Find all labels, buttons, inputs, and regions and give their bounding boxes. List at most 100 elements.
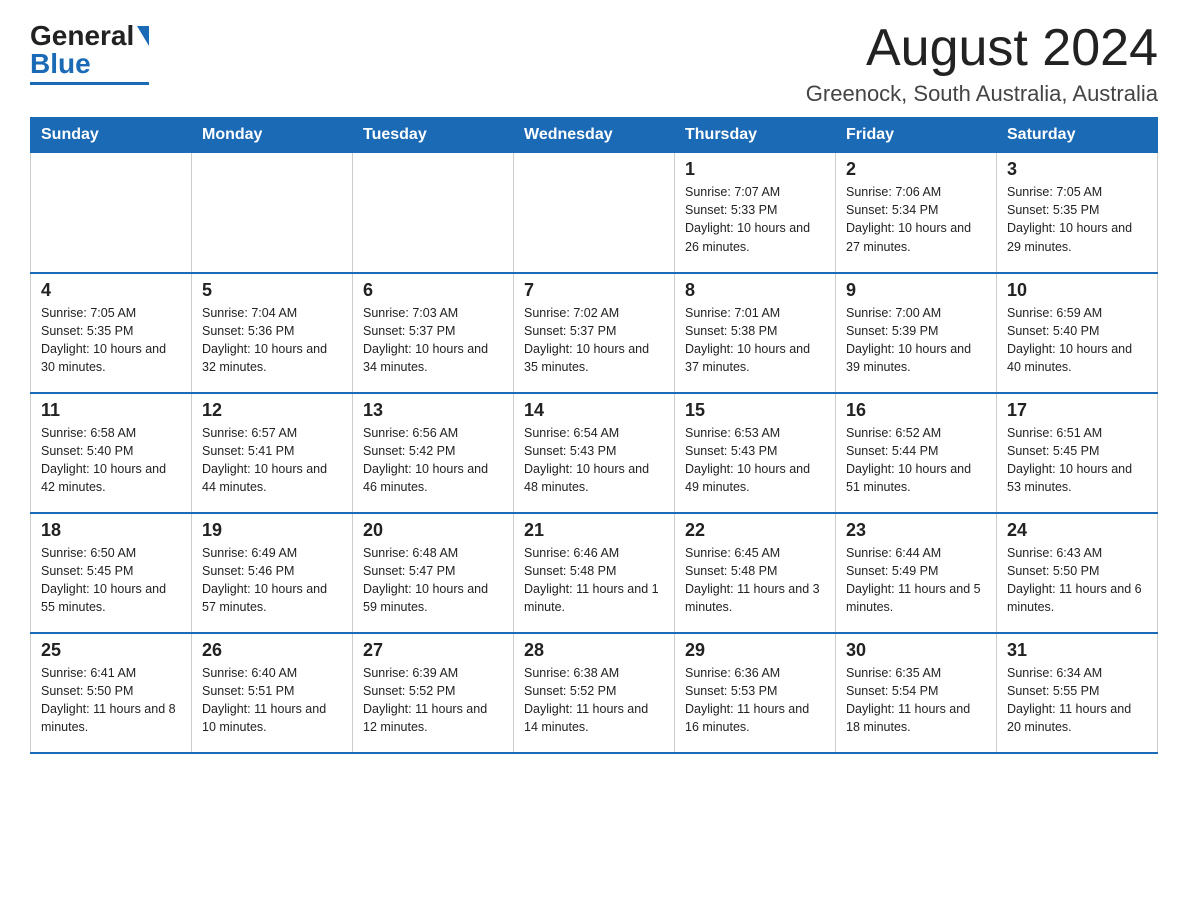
day-number: 12 xyxy=(202,400,342,421)
day-number: 29 xyxy=(685,640,825,661)
calendar-cell: 4 Sunrise: 7:05 AM Sunset: 5:35 PM Daylig… xyxy=(31,273,192,393)
calendar-cell: 11Sunrise: 6:58 AM Sunset: 5:40 PM Dayli… xyxy=(31,393,192,513)
day-number: 19 xyxy=(202,520,342,541)
day-number: 9 xyxy=(846,280,986,301)
calendar-cell: 1Sunrise: 7:07 AM Sunset: 5:33 PM Daylig… xyxy=(675,153,836,273)
day-number: 26 xyxy=(202,640,342,661)
day-number: 4 xyxy=(41,280,181,301)
calendar-cell: 14Sunrise: 6:54 AM Sunset: 5:43 PM Dayli… xyxy=(514,393,675,513)
day-number: 27 xyxy=(363,640,503,661)
column-header-tuesday: Tuesday xyxy=(353,118,514,153)
day-number: 13 xyxy=(363,400,503,421)
day-info: Sunrise: 6:49 AM Sunset: 5:46 PM Dayligh… xyxy=(202,544,342,617)
day-info: Sunrise: 6:45 AM Sunset: 5:48 PM Dayligh… xyxy=(685,544,825,617)
calendar-cell: 13 Sunrise: 6:56 AM Sunset: 5:42 PM Dayli… xyxy=(353,393,514,513)
day-info: Sunrise: 6:52 AM Sunset: 5:44 PM Dayligh… xyxy=(846,424,986,497)
day-number: 1 xyxy=(685,159,825,180)
calendar-week-row: 25 Sunrise: 6:41 AM Sunset: 5:50 PM Dayli… xyxy=(31,633,1158,753)
calendar-cell: 18Sunrise: 6:50 AM Sunset: 5:45 PM Dayli… xyxy=(31,513,192,633)
day-info: Sunrise: 6:56 AM Sunset: 5:42 PM Dayligh… xyxy=(363,424,503,497)
calendar-cell: 20 Sunrise: 6:48 AM Sunset: 5:47 PM Dayli… xyxy=(353,513,514,633)
day-number: 25 xyxy=(41,640,181,661)
calendar-cell: 12Sunrise: 6:57 AM Sunset: 5:41 PM Dayli… xyxy=(192,393,353,513)
column-header-thursday: Thursday xyxy=(675,118,836,153)
day-number: 20 xyxy=(363,520,503,541)
day-info: Sunrise: 6:51 AM Sunset: 5:45 PM Dayligh… xyxy=(1007,424,1147,497)
calendar-cell: 27Sunrise: 6:39 AM Sunset: 5:52 PM Dayli… xyxy=(353,633,514,753)
calendar-cell: 26 Sunrise: 6:40 AM Sunset: 5:51 PM Dayli… xyxy=(192,633,353,753)
calendar-cell: 9 Sunrise: 7:00 AM Sunset: 5:39 PM Daylig… xyxy=(836,273,997,393)
calendar-cell: 5 Sunrise: 7:04 AM Sunset: 5:36 PM Daylig… xyxy=(192,273,353,393)
calendar-cell: 29 Sunrise: 6:36 AM Sunset: 5:53 PM Dayli… xyxy=(675,633,836,753)
day-number: 16 xyxy=(846,400,986,421)
column-header-sunday: Sunday xyxy=(31,118,192,153)
day-number: 21 xyxy=(524,520,664,541)
calendar-header-row: SundayMondayTuesdayWednesdayThursdayFrid… xyxy=(31,118,1158,153)
calendar-table: SundayMondayTuesdayWednesdayThursdayFrid… xyxy=(30,117,1158,754)
calendar-week-row: 11Sunrise: 6:58 AM Sunset: 5:40 PM Dayli… xyxy=(31,393,1158,513)
day-number: 10 xyxy=(1007,280,1147,301)
calendar-cell: 21 Sunrise: 6:46 AM Sunset: 5:48 PM Dayli… xyxy=(514,513,675,633)
calendar-cell xyxy=(353,153,514,273)
calendar-cell: 23 Sunrise: 6:44 AM Sunset: 5:49 PM Dayli… xyxy=(836,513,997,633)
day-info: Sunrise: 6:53 AM Sunset: 5:43 PM Dayligh… xyxy=(685,424,825,497)
day-number: 6 xyxy=(363,280,503,301)
day-number: 30 xyxy=(846,640,986,661)
day-info: Sunrise: 7:01 AM Sunset: 5:38 PM Dayligh… xyxy=(685,304,825,377)
day-info: Sunrise: 6:43 AM Sunset: 5:50 PM Dayligh… xyxy=(1007,544,1147,617)
day-number: 11 xyxy=(41,400,181,421)
day-info: Sunrise: 6:41 AM Sunset: 5:50 PM Dayligh… xyxy=(41,664,181,737)
calendar-cell: 31 Sunrise: 6:34 AM Sunset: 5:55 PM Dayli… xyxy=(997,633,1158,753)
calendar-cell: 2 Sunrise: 7:06 AM Sunset: 5:34 PM Daylig… xyxy=(836,153,997,273)
calendar-cell xyxy=(514,153,675,273)
day-number: 31 xyxy=(1007,640,1147,661)
day-info: Sunrise: 6:36 AM Sunset: 5:53 PM Dayligh… xyxy=(685,664,825,737)
day-info: Sunrise: 7:00 AM Sunset: 5:39 PM Dayligh… xyxy=(846,304,986,377)
calendar-cell: 30 Sunrise: 6:35 AM Sunset: 5:54 PM Dayli… xyxy=(836,633,997,753)
day-info: Sunrise: 6:48 AM Sunset: 5:47 PM Dayligh… xyxy=(363,544,503,617)
day-info: Sunrise: 7:05 AM Sunset: 5:35 PM Dayligh… xyxy=(41,304,181,377)
day-info: Sunrise: 6:35 AM Sunset: 5:54 PM Dayligh… xyxy=(846,664,986,737)
calendar-week-row: 18Sunrise: 6:50 AM Sunset: 5:45 PM Dayli… xyxy=(31,513,1158,633)
day-number: 7 xyxy=(524,280,664,301)
month-title: August 2024 xyxy=(806,20,1158,77)
title-section: August 2024 Greenock, South Australia, A… xyxy=(806,20,1158,107)
day-info: Sunrise: 6:44 AM Sunset: 5:49 PM Dayligh… xyxy=(846,544,986,617)
day-info: Sunrise: 7:05 AM Sunset: 5:35 PM Dayligh… xyxy=(1007,183,1147,256)
day-number: 2 xyxy=(846,159,986,180)
logo-blue-text: Blue xyxy=(30,48,91,80)
day-number: 3 xyxy=(1007,159,1147,180)
logo: General Blue xyxy=(30,20,149,85)
column-header-wednesday: Wednesday xyxy=(514,118,675,153)
calendar-cell: 3 Sunrise: 7:05 AM Sunset: 5:35 PM Daylig… xyxy=(997,153,1158,273)
day-info: Sunrise: 6:34 AM Sunset: 5:55 PM Dayligh… xyxy=(1007,664,1147,737)
location-subtitle: Greenock, South Australia, Australia xyxy=(806,81,1158,107)
calendar-cell: 17 Sunrise: 6:51 AM Sunset: 5:45 PM Dayli… xyxy=(997,393,1158,513)
day-info: Sunrise: 7:06 AM Sunset: 5:34 PM Dayligh… xyxy=(846,183,986,256)
calendar-cell: 24 Sunrise: 6:43 AM Sunset: 5:50 PM Dayli… xyxy=(997,513,1158,633)
day-number: 23 xyxy=(846,520,986,541)
calendar-cell: 22 Sunrise: 6:45 AM Sunset: 5:48 PM Dayli… xyxy=(675,513,836,633)
calendar-cell: 19 Sunrise: 6:49 AM Sunset: 5:46 PM Dayli… xyxy=(192,513,353,633)
day-number: 5 xyxy=(202,280,342,301)
logo-triangle-icon xyxy=(137,26,149,46)
calendar-week-row: 1Sunrise: 7:07 AM Sunset: 5:33 PM Daylig… xyxy=(31,153,1158,273)
day-number: 8 xyxy=(685,280,825,301)
day-number: 14 xyxy=(524,400,664,421)
day-number: 24 xyxy=(1007,520,1147,541)
day-info: Sunrise: 6:46 AM Sunset: 5:48 PM Dayligh… xyxy=(524,544,664,617)
calendar-cell xyxy=(192,153,353,273)
day-number: 17 xyxy=(1007,400,1147,421)
day-number: 22 xyxy=(685,520,825,541)
day-info: Sunrise: 6:40 AM Sunset: 5:51 PM Dayligh… xyxy=(202,664,342,737)
day-info: Sunrise: 6:59 AM Sunset: 5:40 PM Dayligh… xyxy=(1007,304,1147,377)
calendar-cell: 15 Sunrise: 6:53 AM Sunset: 5:43 PM Dayli… xyxy=(675,393,836,513)
day-number: 28 xyxy=(524,640,664,661)
column-header-saturday: Saturday xyxy=(997,118,1158,153)
day-number: 15 xyxy=(685,400,825,421)
calendar-cell: 25 Sunrise: 6:41 AM Sunset: 5:50 PM Dayli… xyxy=(31,633,192,753)
day-info: Sunrise: 7:03 AM Sunset: 5:37 PM Dayligh… xyxy=(363,304,503,377)
day-info: Sunrise: 7:04 AM Sunset: 5:36 PM Dayligh… xyxy=(202,304,342,377)
calendar-cell: 8 Sunrise: 7:01 AM Sunset: 5:38 PM Daylig… xyxy=(675,273,836,393)
day-info: Sunrise: 7:02 AM Sunset: 5:37 PM Dayligh… xyxy=(524,304,664,377)
